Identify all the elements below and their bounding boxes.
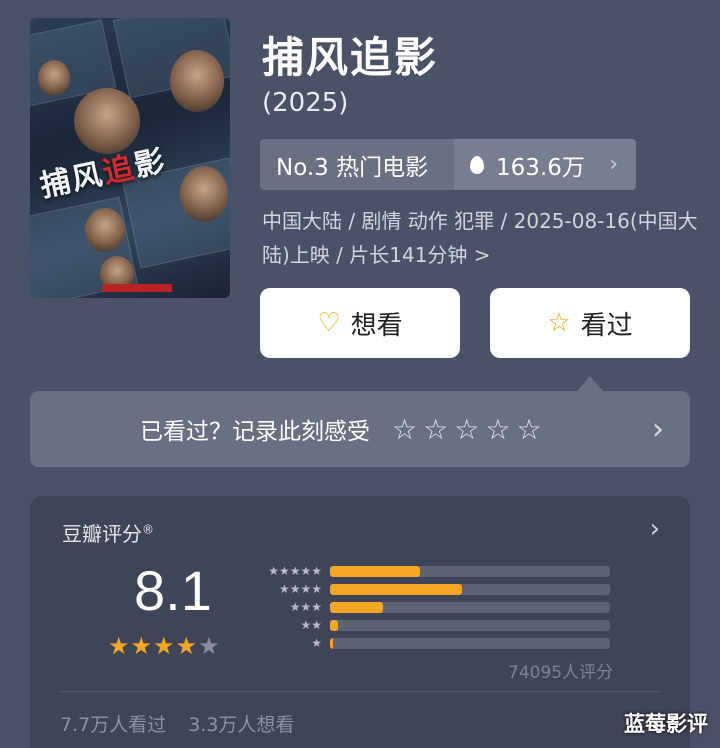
distribution-star-label: ★★★★★: [268, 564, 322, 578]
star-outline-icon[interactable]: ☆: [516, 413, 541, 446]
poster-red-strip: [102, 284, 172, 292]
movie-meta[interactable]: 中国大陆 / 剧情 动作 犯罪 / 2025-08-16(中国大陆)上映 / 片…: [262, 204, 702, 272]
chevron-right-icon[interactable]: ›: [650, 514, 660, 544]
rating-distribution: ★★★★★ ★★★★ ★★★ ★★ ★: [252, 562, 610, 652]
rating-source-title: 豆瓣评分®: [62, 518, 154, 547]
distribution-bar-track: [330, 601, 610, 613]
seen-label: 看过: [580, 310, 633, 341]
star-outline-icon[interactable]: ☆: [423, 413, 448, 446]
distribution-row: ★★★★★: [252, 562, 610, 580]
watched-button[interactable]: ☆ 看过: [490, 288, 690, 358]
distribution-bar-track: [330, 637, 610, 649]
rating-star-input[interactable]: ☆ ☆ ☆ ☆ ☆: [392, 413, 542, 446]
score-stars: ★★★★★: [108, 632, 221, 660]
distribution-bar-track: [330, 583, 610, 595]
rating-source-label: 豆瓣评分: [62, 522, 142, 546]
want-to-watch-button[interactable]: ♡ 想看: [260, 288, 460, 358]
distribution-bar-fill: [330, 619, 339, 631]
star-outline-icon[interactable]: ☆: [454, 413, 479, 446]
want-label: 想看: [350, 310, 403, 341]
record-prompt: 已看过？记录此刻感受: [140, 419, 370, 445]
star-outline-icon[interactable]: ☆: [392, 413, 417, 446]
heat-section[interactable]: 163.6万 ›: [454, 139, 636, 190]
distribution-bar-track: [330, 619, 610, 631]
douban-rating-card[interactable]: 豆瓣评分® › 8.1 ★★★★★ ★★★★★ ★★★★ ★★★ ★★ ★ 74095人…: [30, 496, 690, 748]
star-outline-icon[interactable]: ☆: [485, 413, 510, 446]
star-filled-icon: ★: [175, 632, 199, 660]
chevron-right-icon: ›: [652, 411, 664, 447]
chevron-right-icon: ›: [609, 152, 618, 177]
movie-year: (2025): [262, 88, 349, 118]
watermark: 蓝莓影评: [624, 712, 708, 736]
distribution-bar-fill: [330, 583, 462, 595]
distribution-row: ★★★: [252, 598, 610, 616]
distribution-star-label: ★★★★: [278, 582, 322, 596]
distribution-bar-fill: [330, 601, 384, 613]
rank-banner[interactable]: No.3 热门电影 163.6万 ›: [260, 139, 636, 190]
distribution-row: ★: [252, 634, 610, 652]
distribution-row: ★★: [252, 616, 610, 634]
popover-pointer: [576, 376, 604, 392]
star-outline-icon: ☆: [547, 308, 571, 338]
watched-count[interactable]: 7.7万人看过: [60, 714, 166, 736]
heat-value: 163.6万: [496, 154, 585, 181]
divider: [60, 691, 660, 692]
distribution-star-label: ★★★: [289, 600, 322, 614]
distribution-star-label: ★★: [300, 618, 322, 632]
distribution-bar-fill: [330, 637, 333, 649]
distribution-star-label: ★: [311, 636, 322, 650]
rating-score: 8.1: [134, 559, 212, 622]
wanted-count[interactable]: 3.3万人想看: [188, 714, 294, 736]
star-empty-icon: ★: [198, 632, 221, 660]
star-filled-icon: ★: [108, 632, 131, 660]
movie-poster[interactable]: 捕风追影: [30, 18, 230, 298]
heart-plus-icon: ♡: [317, 308, 341, 338]
distribution-row: ★★★★: [252, 580, 610, 598]
star-filled-icon: ★: [153, 632, 176, 660]
audience-stats: 7.7万人看过 3.3万人想看: [60, 710, 294, 737]
registered-mark: ®: [142, 522, 154, 537]
distribution-bar-fill: [330, 565, 420, 577]
vote-count: 74095人评分: [508, 663, 614, 683]
record-feeling-bar[interactable]: 已看过？记录此刻感受 ☆ ☆ ☆ ☆ ☆ ›: [30, 391, 690, 467]
movie-title: 捕风追影: [262, 33, 439, 82]
star-filled-icon: ★: [130, 632, 154, 660]
rank-label: No.3 热门电影: [276, 154, 429, 181]
flame-icon: [470, 155, 484, 174]
distribution-bar-track: [330, 565, 610, 577]
